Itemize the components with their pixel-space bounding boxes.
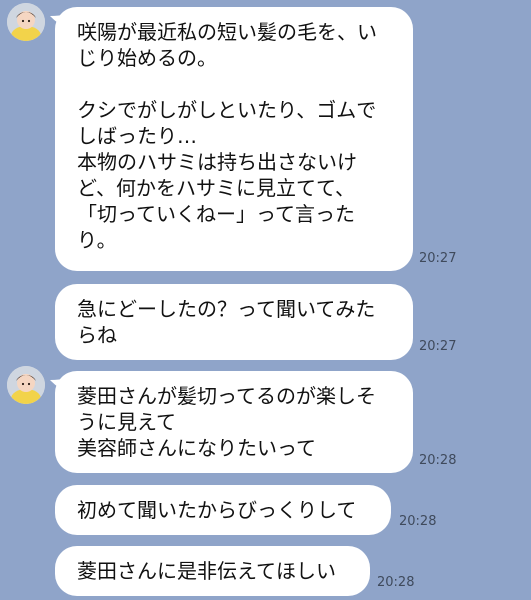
message-text: 菱田さんが髪切ってるのが楽しそ [77, 384, 376, 408]
message-text: 咲陽が最近私の短い髪の毛を、い [77, 20, 377, 44]
message-text: 急にどーしたの？って聞いてみた [77, 297, 376, 321]
message-text: 「切っていくねー」って言った [77, 202, 355, 226]
message-timestamp: 20:27 [419, 251, 457, 266]
message-text: らね [77, 323, 117, 347]
message-text: じり始めるの。 [77, 46, 217, 70]
child-avatar-icon [7, 3, 45, 41]
message-bubble[interactable]: 初めて聞いたからびっくりして [55, 485, 391, 535]
message-bubble[interactable]: 菱田さんが髪切ってるのが楽しそ うに見えて 美容師さんになりたいって [55, 371, 413, 473]
message-text: ど、何かをハサミに見立てて、 [77, 176, 355, 200]
message-bubble[interactable]: 咲陽が最近私の短い髪の毛を、い じり始めるの。 クシでがしがしといたり、ゴムで … [55, 7, 413, 271]
chat-view: 咲陽が最近私の短い髪の毛を、い じり始めるの。 クシでがしがしといたり、ゴムで … [0, 0, 531, 600]
message-timestamp: 20:28 [419, 453, 457, 468]
message-text [77, 71, 393, 97]
message-bubble[interactable]: 菱田さんに是非伝えてほしい [55, 546, 370, 596]
message-text: 本物のハサミは持ち出さないけ [77, 150, 357, 174]
message-text: 菱田さんに是非伝えてほしい [77, 559, 336, 583]
message-text: クシでがしがしといたり、ゴムで [77, 98, 377, 122]
message-timestamp: 20:27 [419, 339, 457, 354]
message-text: しばったり… [77, 124, 197, 148]
message-text: 初めて聞いたからびっくりして [77, 498, 357, 522]
child-avatar-icon [7, 366, 45, 404]
message-timestamp: 20:28 [399, 514, 437, 529]
message-bubble[interactable]: 急にどーしたの？って聞いてみた らね [55, 284, 413, 360]
message-text: り。 [77, 228, 117, 252]
sender-avatar[interactable] [7, 366, 45, 404]
sender-avatar[interactable] [7, 3, 45, 41]
message-text: うに見えて [77, 410, 176, 434]
message-text: 美容師さんになりたいって [77, 436, 316, 460]
message-timestamp: 20:28 [377, 575, 415, 590]
